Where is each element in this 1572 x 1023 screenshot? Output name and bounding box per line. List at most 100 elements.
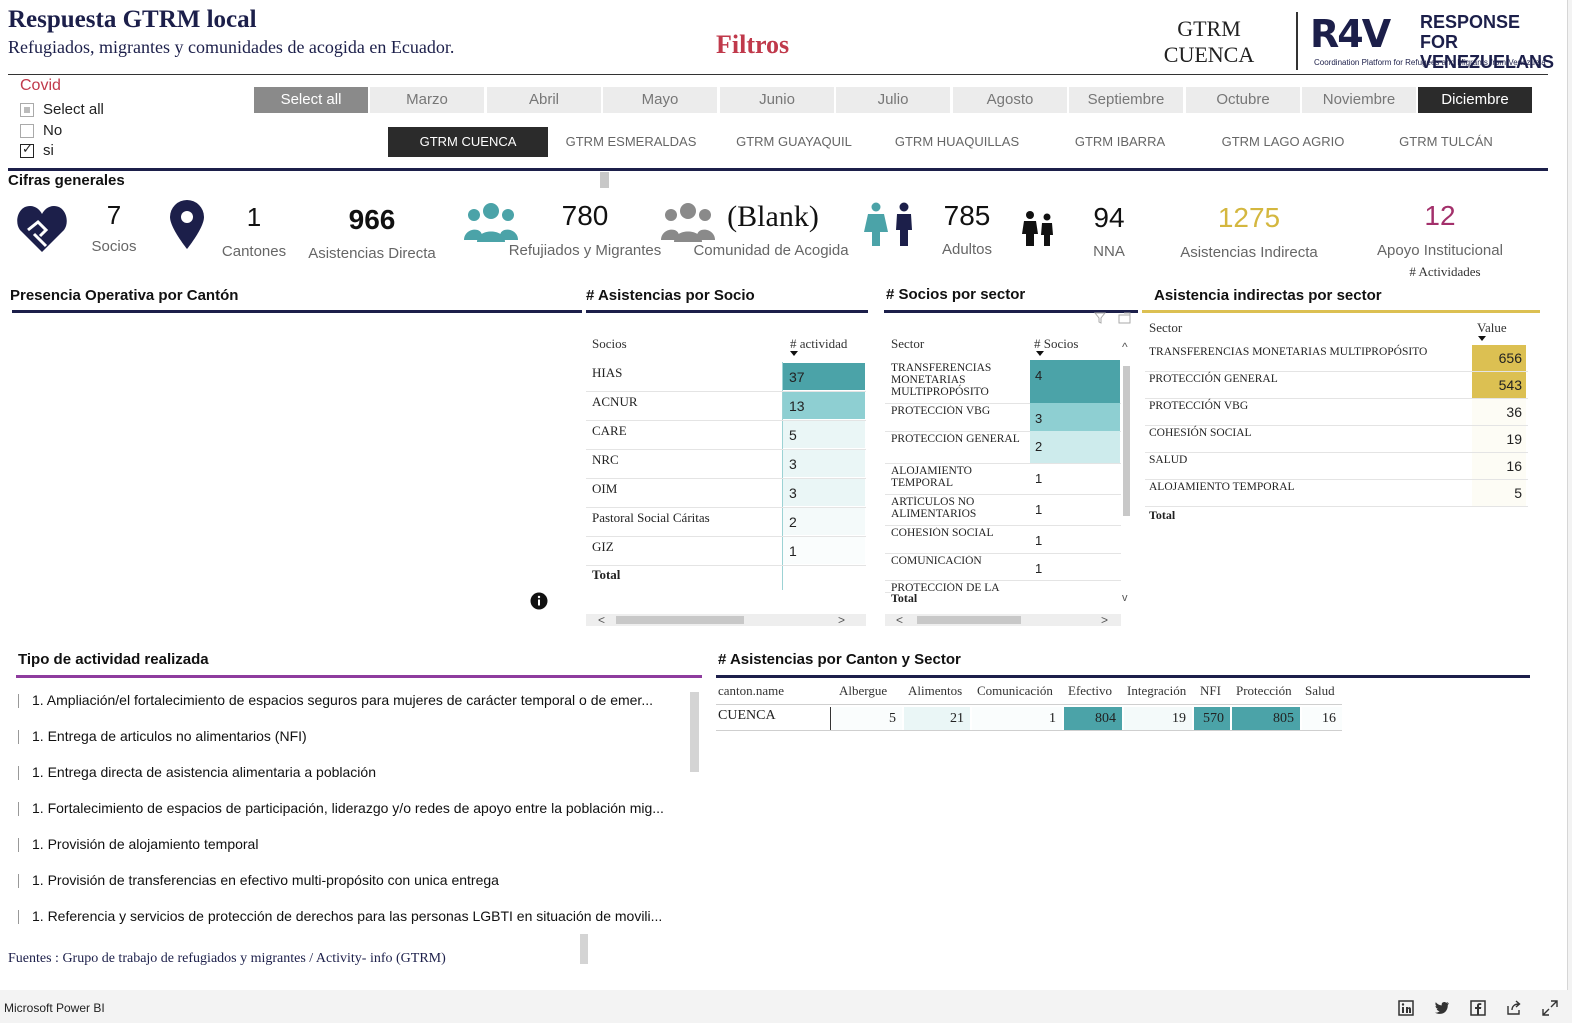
list-item-marker — [18, 838, 19, 853]
checkbox-checked-icon[interactable] — [20, 142, 34, 158]
canton-value-cell[interactable]: 1 — [972, 707, 1062, 730]
canton-col-header[interactable]: Protección — [1236, 683, 1292, 699]
activities-scrollbar-thumb[interactable] — [690, 692, 699, 772]
row-divider — [1145, 452, 1528, 453]
tab-gtrm-tulcan[interactable]: GTRM TULCÁN — [1370, 127, 1522, 157]
scroll-right-icon[interactable]: > — [838, 613, 845, 627]
row-divider — [1145, 398, 1528, 399]
checkbox-empty-icon[interactable] — [20, 123, 34, 138]
activity-list-item[interactable]: 1. Provisión de alojamiento temporal — [18, 836, 700, 853]
month-junio[interactable]: Junio — [720, 87, 834, 113]
scrollbar-thumb[interactable] — [917, 616, 1021, 624]
scroll-up-icon[interactable]: ^ — [1122, 340, 1128, 354]
activity-list-item[interactable]: 1. Entrega directa de asistencia aliment… — [18, 764, 700, 781]
month-diciembre[interactable]: Diciembre — [1418, 87, 1532, 113]
sector-value-cell[interactable] — [1030, 360, 1120, 403]
canton-value-cell[interactable]: 19 — [1124, 707, 1192, 730]
facebook-icon[interactable] — [1470, 1000, 1486, 1016]
canton-col-header[interactable]: Albergue — [839, 683, 887, 699]
canton-value-cell[interactable]: 5 — [832, 707, 902, 730]
activity-list-item[interactable]: 1. Provisión de transferencias en efecti… — [18, 872, 700, 889]
tab-gtrm-huaquillas[interactable]: GTRM HUAQUILLAS — [881, 127, 1033, 157]
canton-value-cell[interactable]: 804 — [1064, 707, 1122, 730]
list-item-marker — [18, 694, 19, 709]
canton-col-header[interactable]: Salud — [1305, 683, 1335, 699]
indirect-sector-col-header[interactable]: Sector — [1149, 320, 1182, 336]
power-bi-brand[interactable]: Microsoft Power BI — [4, 1001, 105, 1015]
sort-desc-icon[interactable] — [1478, 336, 1486, 341]
activity-list-item[interactable]: 1. Ampliación/el fortalecimiento de espa… — [18, 692, 700, 709]
list-item-marker — [18, 730, 19, 745]
activity-list-item[interactable]: 1. Fortalecimiento de espacios de partic… — [18, 800, 700, 817]
tab-gtrm-ibarra[interactable]: GTRM IBARRA — [1044, 127, 1196, 157]
covid-option-si[interactable]: si — [20, 142, 54, 159]
sector-name: COHESIÓN SOCIAL — [891, 527, 994, 539]
month-octubre[interactable]: Octubre — [1186, 87, 1300, 113]
canton-col-header[interactable]: Integración — [1127, 683, 1186, 699]
scrollbar-thumb[interactable] — [580, 934, 588, 964]
row-divider — [586, 565, 866, 566]
filter-icon[interactable] — [1094, 312, 1106, 324]
row-divider — [716, 730, 1342, 731]
socio-name: NRC — [592, 452, 619, 467]
share-icon[interactable] — [1506, 1000, 1522, 1016]
kpi-nna-value: 94 — [1093, 202, 1125, 233]
focus-mode-icon[interactable] — [1118, 312, 1131, 324]
month-select-all[interactable]: Select all — [254, 87, 368, 113]
activity-list-item[interactable]: 1. Entrega de articulos no alimentarios … — [18, 728, 700, 745]
covid-option-no[interactable]: No — [20, 122, 62, 139]
socios-col-header[interactable]: # Socios — [1034, 336, 1078, 352]
scroll-left-icon[interactable]: < — [598, 613, 605, 627]
sector-vertical-scrollbar[interactable]: ^ v — [1121, 340, 1133, 608]
tab-gtrm-esmeraldas[interactable]: GTRM ESMERALDAS — [555, 127, 707, 157]
scroll-down-icon[interactable]: v — [1122, 592, 1128, 604]
tab-gtrm-guayaquil[interactable]: GTRM GUAYAQUIL — [718, 127, 870, 157]
canton-col-header[interactable]: Alimentos — [908, 683, 962, 699]
sector-col-header[interactable]: Sector — [891, 336, 924, 352]
tab-gtrm-cuenca[interactable]: GTRM CUENCA — [388, 127, 548, 157]
socio-total-label: Total — [592, 567, 621, 582]
month-abril[interactable]: Abril — [487, 87, 601, 113]
sector-horizontal-scrollbar[interactable] — [885, 614, 1121, 626]
scrollbar-thumb[interactable] — [600, 172, 609, 188]
sort-desc-icon[interactable] — [1036, 351, 1044, 356]
canton-col-header[interactable]: canton.name — [718, 683, 784, 699]
sort-desc-icon[interactable] — [790, 351, 798, 356]
month-noviembre[interactable]: Noviembre — [1302, 87, 1416, 113]
scrollbar-thumb[interactable] — [1123, 366, 1130, 516]
info-icon[interactable] — [530, 592, 548, 610]
canton-value-cell[interactable]: 805 — [1232, 707, 1300, 730]
canton-col-header[interactable]: Efectivo — [1068, 683, 1112, 699]
twitter-icon[interactable] — [1434, 1000, 1450, 1016]
socio-value: 37 — [789, 369, 805, 385]
month-julio[interactable]: Julio — [836, 87, 950, 113]
canton-col-header[interactable]: NFI — [1200, 683, 1221, 699]
month-septiembre[interactable]: Septiembre — [1069, 87, 1183, 113]
canton-col-header[interactable]: Comunicación — [977, 683, 1053, 699]
scrollbar-thumb[interactable] — [616, 616, 744, 624]
sector-value: 1 — [1035, 471, 1043, 486]
canton-value-cell[interactable]: 21 — [904, 707, 970, 730]
socio-col-header[interactable]: Socios — [592, 336, 627, 352]
socio-value: 13 — [789, 398, 805, 414]
checkbox-partial-icon[interactable] — [20, 102, 34, 117]
socio-horizontal-scrollbar[interactable] — [586, 614, 866, 626]
month-agosto[interactable]: Agosto — [953, 87, 1067, 113]
scroll-right-icon[interactable]: > — [1101, 613, 1108, 627]
fullscreen-icon[interactable] — [1542, 1000, 1558, 1016]
sector-value-cell[interactable] — [1030, 431, 1120, 463]
covid-option-select-all[interactable]: Select all — [20, 101, 104, 118]
month-mayo[interactable]: Mayo — [603, 87, 717, 113]
tab-gtrm-lago-agrio[interactable]: GTRM LAGO AGRIO — [1207, 127, 1359, 157]
activity-list-item[interactable]: 1. Referencia y servicios de protección … — [18, 908, 700, 925]
socio-name: GIZ — [592, 539, 614, 554]
actividad-col-header[interactable]: # actividad — [790, 336, 847, 352]
sector-value-cell[interactable] — [1030, 403, 1120, 431]
list-item-marker — [18, 910, 19, 925]
scroll-left-icon[interactable]: < — [896, 613, 903, 627]
canton-value-cell[interactable]: 16 — [1302, 707, 1342, 730]
linkedin-icon[interactable] — [1398, 1000, 1414, 1016]
month-marzo[interactable]: Marzo — [370, 87, 484, 113]
canton-value-cell[interactable]: 570 — [1194, 707, 1230, 730]
indirect-value-col-header[interactable]: Value — [1477, 320, 1507, 336]
